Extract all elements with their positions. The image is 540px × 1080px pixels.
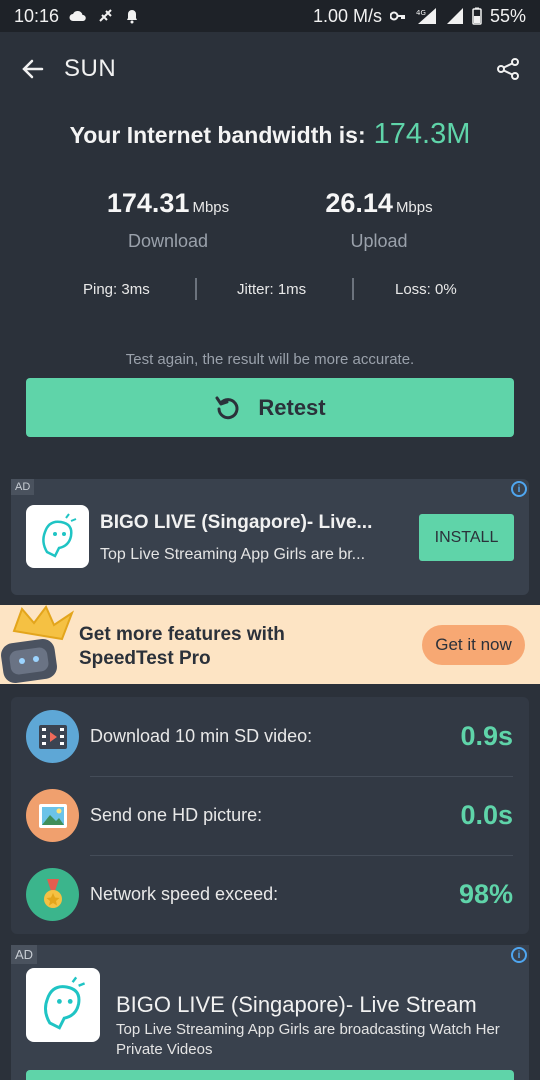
info-icon[interactable]: i xyxy=(511,481,527,497)
ad-description: Top Live Streaming App Girls are broadca… xyxy=(116,1021,500,1058)
promo-line-2: SpeedTest Pro xyxy=(79,648,211,669)
signal-4g-icon: 4G xyxy=(414,7,438,25)
download-result: 174.31 Mbps Download xyxy=(68,188,268,252)
upload-label: Upload xyxy=(350,231,408,251)
info-icon[interactable]: i xyxy=(511,947,527,963)
battery-level: 55% xyxy=(489,5,526,26)
status-bar: 10:16 1.00 M/s 4G 55% xyxy=(0,0,540,32)
app-bar: SUN xyxy=(0,32,540,106)
battery-icon xyxy=(472,7,482,25)
robot-crown-icon xyxy=(0,605,80,689)
retest-hint: Test again, the result will be more accu… xyxy=(125,351,415,368)
loss-value: Loss: 0% xyxy=(395,281,457,298)
install-button[interactable]: INSTALL xyxy=(419,514,514,561)
ad-banner-large[interactable]: AD i BIGO LIVE (Singapore)- Live Stream … xyxy=(11,945,529,1080)
download-label: Download xyxy=(127,231,209,251)
signal-icon xyxy=(446,7,464,25)
ad-banner[interactable]: AD i BIGO LIVE (Singapore)- Live... Top … xyxy=(11,479,529,595)
divider xyxy=(352,278,354,300)
ad-tag: AD xyxy=(11,945,38,964)
share-icon[interactable] xyxy=(496,57,520,81)
film-icon xyxy=(26,710,79,763)
picture-icon xyxy=(26,789,79,842)
stat-value: 98% xyxy=(458,879,513,909)
bigo-app-icon xyxy=(26,968,100,1042)
stat-row-picture: Send one HD picture: 0.0s xyxy=(11,776,529,855)
promo-text: Get more features with SpeedTest Pro xyxy=(79,623,285,671)
cloud-icon xyxy=(69,10,87,22)
ad-description: Top Live Streaming App Girls are br... xyxy=(100,546,366,563)
stat-label: Send one HD picture: xyxy=(90,805,263,825)
stat-row-exceed: Network speed exceed: 98% xyxy=(11,855,529,934)
ad-action-bar[interactable] xyxy=(26,1070,514,1080)
pro-promo-banner[interactable]: Get more features with SpeedTest Pro Get… xyxy=(0,605,540,684)
upload-value: 26.14 xyxy=(325,188,393,218)
no-sync-icon xyxy=(97,7,115,25)
stat-value: 0.9s xyxy=(460,721,513,751)
latency-metrics: Ping: 3ms Jitter: 1ms Loss: 0% xyxy=(0,278,540,302)
speed-results: 174.31 Mbps Download 26.14 Mbps Upload xyxy=(0,188,540,258)
download-value: 174.31 xyxy=(106,188,190,218)
upload-unit: Mbps xyxy=(395,199,433,216)
ping-value: Ping: 3ms xyxy=(83,281,150,298)
page-title: SUN xyxy=(64,55,117,82)
speed-usage-card: Download 10 min SD video: 0.9s Send one … xyxy=(11,697,529,934)
stat-label: Download 10 min SD video: xyxy=(90,726,313,746)
jitter-value: Jitter: 1ms xyxy=(237,281,307,298)
bigo-app-icon xyxy=(26,505,89,568)
medal-icon xyxy=(26,868,79,921)
retest-button[interactable]: Retest xyxy=(26,378,514,437)
arrow-left-icon[interactable] xyxy=(20,56,46,82)
network-speed: 1.00 M/s xyxy=(312,5,382,26)
key-icon xyxy=(389,11,406,21)
stat-label: Network speed exceed: xyxy=(90,884,279,904)
divider xyxy=(195,278,197,300)
svg-text:4G: 4G xyxy=(416,9,426,17)
ad-title: BIGO LIVE (Singapore)- Live Stream xyxy=(116,992,477,1017)
ad-tag: AD xyxy=(11,479,35,495)
notification-bell-icon xyxy=(125,8,139,24)
promo-line-1: Get more features with xyxy=(79,624,285,645)
ad-title: BIGO LIVE (Singapore)- Live... xyxy=(100,512,373,533)
stat-row-video: Download 10 min SD video: 0.9s xyxy=(11,697,529,776)
refresh-icon xyxy=(214,394,242,422)
stat-value: 0.0s xyxy=(460,800,513,830)
bandwidth-label: Your Internet bandwidth is: xyxy=(69,122,366,148)
bandwidth-summary: Your Internet bandwidth is: 174.3M xyxy=(0,118,540,151)
get-it-now-button[interactable]: Get it now xyxy=(422,625,525,665)
download-unit: Mbps xyxy=(192,199,230,216)
retest-label: Retest xyxy=(258,394,326,420)
clock: 10:16 xyxy=(14,5,60,26)
bandwidth-value: 174.3M xyxy=(373,118,471,150)
upload-result: 26.14 Mbps Upload xyxy=(279,188,479,252)
